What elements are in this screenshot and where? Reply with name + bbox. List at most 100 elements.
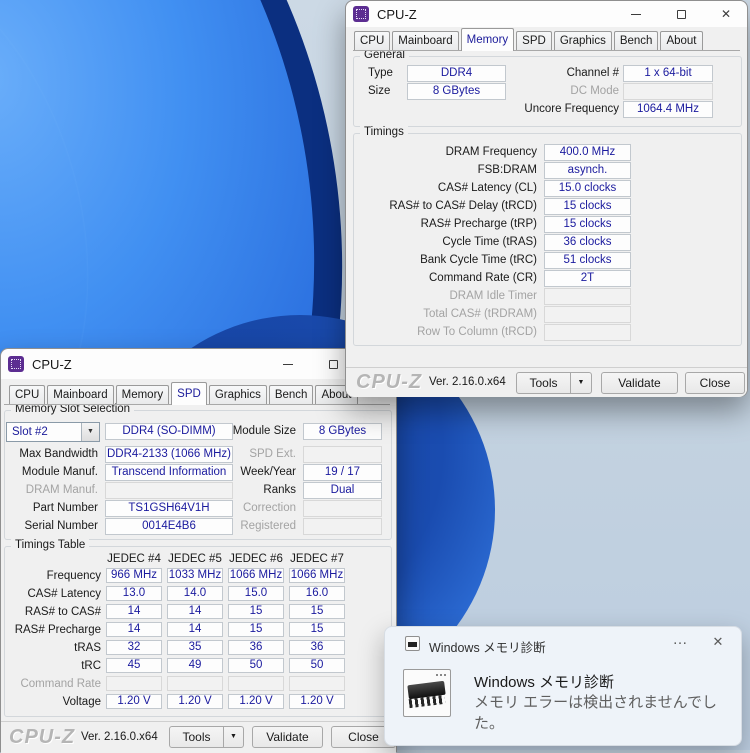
dram-frequency-field: 400.0 MHz: [544, 144, 631, 161]
tab-cpu[interactable]: CPU: [9, 385, 45, 404]
chip-window-dots: [444, 674, 446, 676]
table-cell: 13.0: [106, 586, 162, 601]
tab-graphics[interactable]: Graphics: [209, 385, 267, 404]
table-cell: 14: [106, 622, 162, 637]
minimize-button[interactable]: [619, 5, 653, 23]
module-manuf-label: Module Manuf.: [1, 464, 98, 481]
table-cell: 50: [228, 658, 284, 673]
slot-select-value: Slot #2: [7, 423, 81, 441]
table-cell: 32: [106, 640, 162, 655]
spd-ext-field: [303, 446, 382, 463]
table-cell: 1066 MHz: [289, 568, 345, 583]
minimize-button[interactable]: [271, 355, 305, 373]
tab-memory[interactable]: Memory: [116, 385, 170, 404]
validate-button[interactable]: Validate: [601, 372, 678, 394]
table-cell: [228, 676, 284, 691]
col-header-jedec5: JEDEC #5: [167, 553, 223, 565]
registered-label: Registered: [226, 518, 296, 535]
cas-latency-row-label: CAS# Latency: [1, 586, 101, 603]
uncore-frequency-label: Uncore Frequency: [519, 101, 619, 118]
tab-bench[interactable]: Bench: [269, 385, 314, 404]
correction-field: [303, 500, 382, 517]
col-header-jedec4: JEDEC #4: [106, 553, 162, 565]
trc-row-label: tRC: [1, 658, 101, 675]
cpuz-icon: [353, 6, 369, 22]
table-cell: 15.0: [228, 586, 284, 601]
tras-row-label: tRAS: [1, 640, 101, 657]
more-icon[interactable]: …: [667, 631, 693, 648]
bank-cycle-time-field: 51 clocks: [544, 252, 631, 269]
voltage-row-label: Voltage: [1, 694, 101, 711]
cpuz-spd-window: CPU-Z CPU Mainboard Memory SPD Graphics …: [0, 348, 397, 752]
total-cas-label: Total CAS# (tRDRAM): [346, 306, 537, 323]
part-number-label: Part Number: [1, 500, 98, 517]
tab-memory[interactable]: Memory: [461, 28, 515, 51]
close-icon[interactable]: ✕: [709, 5, 743, 23]
dc-mode-field: [623, 83, 713, 100]
toast-app-name: Windows メモリ診断: [429, 637, 546, 656]
tab-graphics[interactable]: Graphics: [554, 31, 612, 50]
col-header-jedec6: JEDEC #6: [228, 553, 284, 565]
tools-button[interactable]: Tools: [516, 372, 571, 394]
table-cell: 15: [228, 622, 284, 637]
dropdown-icon[interactable]: ▼: [81, 423, 99, 441]
toast-close-icon[interactable]: ✕: [707, 634, 729, 650]
slot-select[interactable]: Slot #2 ▼: [6, 422, 100, 442]
dram-idle-timer-field: [544, 288, 631, 305]
validate-button[interactable]: Validate: [252, 726, 323, 748]
table-cell: [289, 676, 345, 691]
type-field: DDR4: [407, 65, 506, 82]
titlebar[interactable]: CPU-Z ✕: [346, 1, 747, 27]
version-text: Ver. 2.16.0.x64: [81, 731, 158, 743]
registered-field: [303, 518, 382, 535]
group-legend: Timings Table: [11, 539, 89, 551]
module-size-field: 8 GBytes: [303, 423, 382, 440]
bank-cycle-time-label: Bank Cycle Time (tRC): [346, 252, 537, 269]
memory-chip-icon: [403, 669, 451, 717]
ras-precharge-label: RAS# Precharge (tRP): [346, 216, 537, 233]
tab-mainboard[interactable]: Mainboard: [47, 385, 113, 404]
command-rate-label: Command Rate (CR): [346, 270, 537, 287]
maximize-icon: [677, 10, 686, 19]
version-text: Ver. 2.16.0.x64: [429, 376, 506, 388]
table-cell: 49: [167, 658, 223, 673]
memory-chip-small-icon: [405, 636, 420, 651]
table-cell: 35: [167, 640, 223, 655]
table-cell: 966 MHz: [106, 568, 162, 583]
table-cell: 1.20 V: [167, 694, 223, 709]
tab-bar: CPU Mainboard Memory SPD Graphics Bench …: [9, 382, 360, 404]
tab-cpu[interactable]: CPU: [354, 31, 390, 50]
tools-dropdown-icon[interactable]: ▼: [570, 372, 592, 394]
table-cell: 15: [228, 604, 284, 619]
window-title: CPU-Z: [32, 357, 72, 372]
cycle-time-field: 36 clocks: [544, 234, 631, 251]
tab-mainboard[interactable]: Mainboard: [392, 31, 458, 50]
ras-precharge-row-label: RAS# Precharge: [1, 622, 101, 639]
tab-spd[interactable]: SPD: [516, 31, 552, 50]
table-cell: [106, 676, 162, 691]
dram-idle-timer-label: DRAM Idle Timer: [346, 288, 537, 305]
tab-about[interactable]: About: [660, 31, 702, 50]
table-cell: 15: [289, 622, 345, 637]
windows-memory-diagnostic-toast[interactable]: Windows メモリ診断 … ✕ Windows メモリ診断 メモリ エラーは…: [384, 626, 742, 746]
tab-bench[interactable]: Bench: [614, 31, 659, 50]
max-bandwidth-label: Max Bandwidth: [1, 446, 98, 463]
ras-to-cas-row-label: RAS# to CAS#: [1, 604, 101, 621]
dram-manuf-field: [105, 482, 233, 499]
table-cell: 45: [106, 658, 162, 673]
table-cell: [167, 676, 223, 691]
table-cell: 15: [289, 604, 345, 619]
part-number-field: TS1GSH64V1H: [105, 500, 233, 517]
titlebar[interactable]: CPU-Z: [1, 349, 396, 379]
dram-frequency-label: DRAM Frequency: [346, 144, 537, 161]
ranks-label: Ranks: [226, 482, 296, 499]
serial-number-field: 0014E4B6: [105, 518, 233, 535]
command-rate-field: 2T: [544, 270, 631, 287]
tools-dropdown-icon[interactable]: ▼: [223, 726, 244, 748]
tab-spd[interactable]: SPD: [171, 382, 207, 405]
close-button[interactable]: Close: [685, 372, 745, 394]
max-bandwidth-field: DDR4-2133 (1066 MHz): [105, 446, 233, 463]
table-cell: 36: [228, 640, 284, 655]
maximize-button[interactable]: [664, 5, 698, 23]
tools-button[interactable]: Tools: [169, 726, 224, 748]
